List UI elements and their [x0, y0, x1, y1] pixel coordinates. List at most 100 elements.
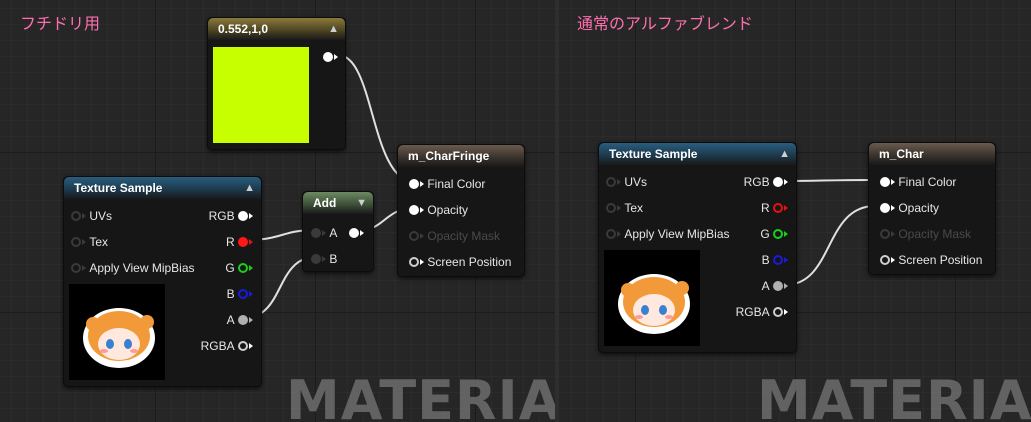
input-pin-icon[interactable]	[880, 176, 890, 187]
output-pin-icon[interactable]	[238, 262, 248, 273]
input-pin-icon[interactable]	[71, 236, 81, 247]
output-pin-g[interactable]: G	[225, 259, 253, 275]
input-pin-icon[interactable]	[71, 262, 81, 273]
input-pin-a[interactable]: A	[311, 224, 364, 240]
output-pin-a[interactable]: A	[762, 277, 788, 293]
output-pin[interactable]	[323, 48, 338, 64]
section-title: 通常のアルファブレンド	[577, 14, 753, 33]
pin-arrow-icon	[322, 229, 326, 236]
material-output-node[interactable]: m_Char Final Color Opacity Opacity Mask …	[868, 142, 996, 275]
node-header[interactable]: Texture Sample ▲	[599, 143, 796, 165]
output-pin-rgba[interactable]: RGBA	[201, 337, 253, 353]
pin-arrow-icon	[784, 256, 788, 263]
pin-arrow-icon	[249, 238, 253, 245]
output-pin-icon[interactable]	[773, 228, 783, 239]
output-pin-g[interactable]: G	[760, 225, 788, 241]
pin-arrow-icon	[891, 256, 895, 263]
left-graph-panel[interactable]: フチドリ用 MATERIAL 0.552,1,0 ▲ Texture Sampl…	[0, 0, 555, 422]
pin-arrow-icon	[891, 204, 895, 211]
input-pin-opacity-mask[interactable]: Opacity Mask	[880, 225, 971, 241]
input-pin-screen-position[interactable]: Screen Position	[880, 251, 982, 267]
pin-arrow-icon	[82, 212, 86, 219]
output-pin-r[interactable]: R	[761, 199, 788, 215]
output-pin-icon[interactable]	[238, 288, 248, 299]
input-pin-icon[interactable]	[880, 202, 890, 213]
input-pin-icon[interactable]	[311, 227, 321, 238]
output-pin-b[interactable]: B	[227, 285, 253, 301]
material-output-node[interactable]: m_CharFringe Final Color Opacity Opacity…	[397, 144, 525, 277]
input-pin-icon[interactable]	[409, 256, 419, 267]
output-pin-icon[interactable]	[238, 210, 248, 221]
input-pin-icon[interactable]	[880, 254, 890, 265]
input-pin-opacity[interactable]: Opacity	[880, 199, 939, 215]
collapse-arrow-icon[interactable]: ▲	[779, 143, 790, 165]
input-pin-final-color[interactable]: Final Color	[880, 173, 956, 189]
node-header[interactable]: 0.552,1,0 ▲	[208, 18, 345, 40]
output-pin-b[interactable]: B	[762, 251, 788, 267]
right-graph-panel[interactable]: 通常のアルファブレンド MATERIAL Texture Sample ▲ UV…	[559, 0, 1031, 422]
pin-arrow-icon	[249, 212, 253, 219]
output-pin-icon[interactable]	[238, 340, 248, 351]
input-pin-final-color[interactable]: Final Color	[409, 175, 485, 191]
node-header[interactable]: m_Char	[869, 143, 995, 165]
output-pin-icon[interactable]	[773, 280, 783, 291]
node-header[interactable]: Texture Sample ▲	[64, 177, 261, 199]
output-pin-icon[interactable]	[238, 314, 248, 325]
pin-arrow-icon	[249, 342, 253, 349]
pin-label: A	[226, 312, 235, 327]
character-thumbnail-icon	[83, 308, 155, 368]
texture-preview	[69, 284, 165, 380]
output-pin-r[interactable]: R	[226, 233, 253, 249]
output-pin-icon[interactable]	[773, 176, 783, 187]
output-pin-a[interactable]: A	[227, 311, 253, 327]
input-pin-mipbias[interactable]: Apply View MipBias	[71, 259, 195, 275]
pin-label: RGBA	[735, 304, 770, 319]
input-pin-icon[interactable]	[409, 230, 419, 241]
pin-label: G	[760, 226, 770, 241]
input-pin-tex[interactable]: Tex	[71, 233, 108, 249]
texture-sample-node[interactable]: Texture Sample ▲ UVs Tex Apply View MipB…	[598, 142, 797, 353]
expand-arrow-icon[interactable]: ▼	[356, 192, 367, 214]
pin-label: Apply View MipBias	[624, 226, 730, 241]
output-pin-icon[interactable]	[773, 306, 783, 317]
output-pin-icon[interactable]	[773, 254, 783, 265]
pin-arrow-icon	[784, 178, 788, 185]
output-pin-icon[interactable]	[323, 51, 333, 62]
pin-arrow-icon	[322, 255, 326, 262]
output-pin-rgba[interactable]: RGBA	[736, 303, 788, 319]
input-pin-icon[interactable]	[606, 202, 616, 213]
texture-preview	[604, 250, 700, 346]
input-pin-uvs[interactable]: UVs	[71, 207, 112, 223]
collapse-arrow-icon[interactable]: ▲	[328, 18, 339, 40]
input-pin-icon[interactable]	[606, 176, 616, 187]
input-pin-mipbias[interactable]: Apply View MipBias	[606, 225, 730, 241]
constant-color-node[interactable]: 0.552,1,0 ▲	[207, 17, 346, 150]
node-title: m_CharFringe	[408, 149, 490, 163]
input-pin-tex[interactable]: Tex	[606, 199, 643, 215]
input-pin-icon[interactable]	[71, 210, 81, 221]
texture-sample-node[interactable]: Texture Sample ▲ UVs Tex Apply View MipB…	[63, 176, 262, 387]
input-pin-b[interactable]: B	[311, 250, 337, 266]
section-title: フチドリ用	[20, 14, 101, 33]
input-pin-icon[interactable]	[409, 204, 419, 215]
input-pin-icon[interactable]	[311, 253, 321, 264]
output-pin-icon[interactable]	[348, 227, 359, 238]
output-pin-icon[interactable]	[238, 236, 248, 247]
node-header[interactable]: Add ▼	[303, 192, 373, 214]
output-pin-rgb[interactable]: RGB	[209, 207, 253, 223]
collapse-arrow-icon[interactable]: ▲	[244, 177, 255, 199]
output-pin-icon[interactable]	[773, 202, 783, 213]
color-swatch	[213, 47, 309, 143]
input-pin-icon[interactable]	[409, 178, 419, 189]
pin-arrow-icon	[784, 308, 788, 315]
input-pin-icon[interactable]	[606, 228, 616, 239]
input-pin-opacity[interactable]: Opacity	[409, 201, 468, 217]
node-title: Add	[313, 196, 337, 210]
add-node[interactable]: Add ▼ A B	[302, 191, 374, 272]
input-pin-uvs[interactable]: UVs	[606, 173, 647, 189]
input-pin-icon[interactable]	[880, 228, 890, 239]
input-pin-screen-position[interactable]: Screen Position	[409, 253, 511, 269]
output-pin-rgb[interactable]: RGB	[744, 173, 788, 189]
input-pin-opacity-mask[interactable]: Opacity Mask	[409, 227, 500, 243]
node-header[interactable]: m_CharFringe	[398, 145, 524, 167]
